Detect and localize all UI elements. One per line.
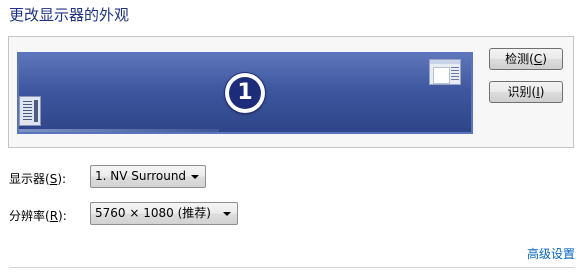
chevron-down-icon <box>191 175 199 179</box>
identify-button[interactable]: 识别(I) <box>489 81 563 103</box>
resolution-label-prefix: 分辨率( <box>9 209 50 223</box>
resolution-select[interactable]: 5760 × 1080 (推荐) <box>90 202 238 225</box>
monitor-1[interactable]: 1 <box>17 52 473 134</box>
monitor-number: 1 <box>229 77 261 109</box>
monitor-number-badge: 1 <box>225 73 265 113</box>
resolution-label-hotkey: R <box>49 209 59 223</box>
taskbar-window-bar <box>34 100 38 122</box>
detect-button[interactable]: 检测(C) <box>489 48 563 70</box>
display-label-suffix: ): <box>57 172 67 186</box>
detect-label-suffix: ) <box>542 52 547 66</box>
resolution-label-suffix: ): <box>58 209 67 223</box>
display-label-prefix: 显示器( <box>9 172 50 186</box>
window-text-lines <box>451 67 459 82</box>
resolution-label: 分辨率(R): <box>9 207 67 224</box>
divider <box>9 267 575 268</box>
window-titlebar <box>430 60 460 64</box>
taskbar-window-lines <box>23 101 32 121</box>
display-label: 显示器(S): <box>9 170 66 187</box>
window-thumbnail-icon <box>429 59 461 85</box>
page-title: 更改显示器的外观 <box>9 6 130 24</box>
resolution-selected-value: 5760 × 1080 (推荐) <box>95 206 211 220</box>
detect-label-prefix: 检测( <box>505 52 534 66</box>
identify-label-prefix: 识别( <box>507 85 537 99</box>
display-settings-panel: 更改显示器的外观 1 检测(C) 识别(I) 显示器(S): 1. NV Sur… <box>0 0 583 275</box>
display-selected-value: 1. NV Surround <box>95 169 187 183</box>
taskbar-window-icon <box>19 96 41 126</box>
taskbar-strip <box>19 129 219 132</box>
detect-hotkey: C <box>533 52 543 66</box>
display-select[interactable]: 1. NV Surround <box>90 165 206 188</box>
window-pane <box>433 67 450 84</box>
chevron-down-icon <box>223 212 231 216</box>
identify-label-suffix: ) <box>539 85 545 99</box>
advanced-settings-link[interactable]: 高级设置 <box>527 245 575 262</box>
